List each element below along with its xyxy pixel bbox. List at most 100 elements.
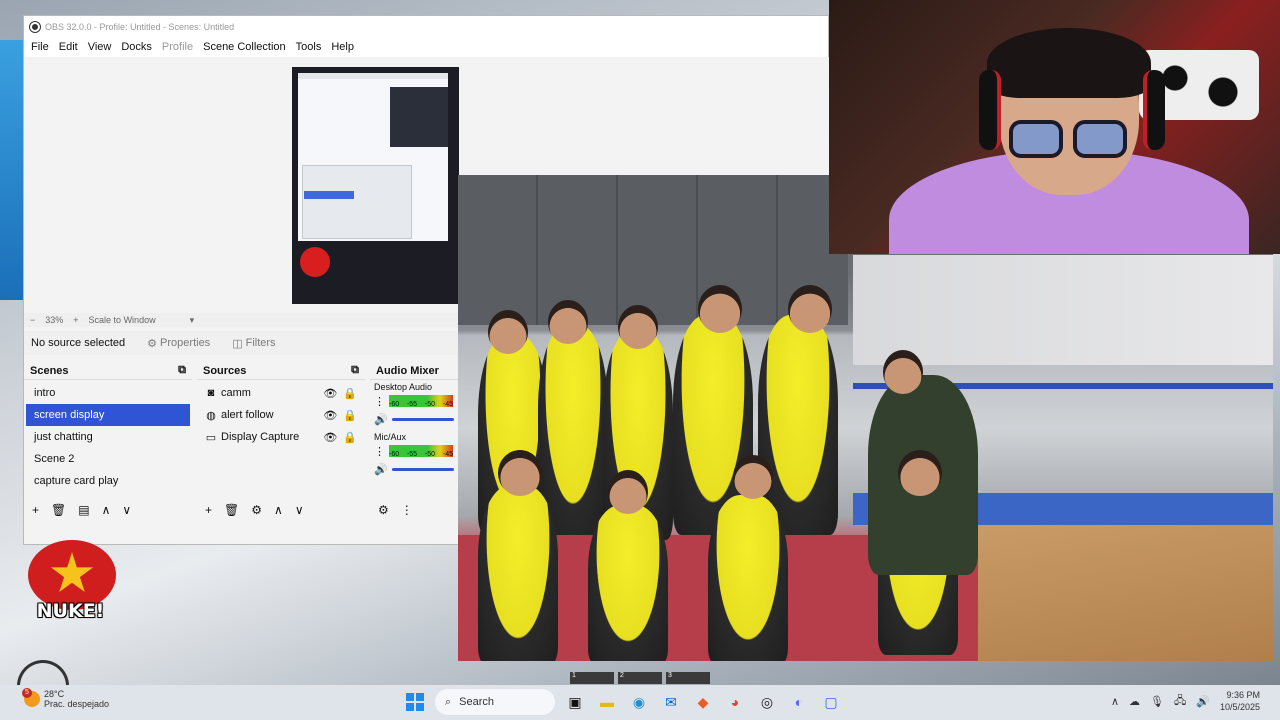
scenes-toolbar: + 🗑 ▤ ∧ ∨	[24, 498, 192, 522]
menu-profile[interactable]: Profile	[157, 41, 198, 53]
dock-undock-icon[interactable]: ⧉	[178, 364, 186, 377]
edge-icon[interactable]: ◉	[627, 690, 651, 714]
players-group	[458, 255, 978, 661]
virtual-desktop-2[interactable]: 2	[618, 672, 662, 684]
advanced-audio-icon[interactable]: ⚙	[378, 503, 389, 517]
volume-meter: -60 -55 -50 -45	[389, 395, 453, 408]
add-scene-button[interactable]: +	[32, 503, 39, 517]
obs-icon[interactable]: ◎	[755, 690, 779, 714]
discord-icon[interactable]: ◐	[787, 690, 811, 714]
search-label: Search	[459, 696, 495, 708]
taskbar-search[interactable]: ⌕ Search	[435, 689, 555, 715]
track-menu-icon[interactable]: ⋮	[374, 395, 385, 408]
weather-temp: 28°C	[44, 689, 65, 699]
outlook-icon[interactable]: ✉	[659, 690, 683, 714]
windows-logo-icon	[406, 693, 424, 711]
file-explorer-icon[interactable]: ▬	[595, 690, 619, 714]
source-item-display-capture[interactable]: ▭ Display Capture 👁 🔒	[197, 426, 365, 448]
trash-icon[interactable]: 🗑	[51, 503, 66, 517]
track-name: Mic/Aux	[374, 432, 407, 442]
chevron-down-icon[interactable]: ▾	[190, 315, 195, 326]
scene-item-capture-card-play[interactable]: capture card play	[26, 470, 190, 492]
zoom-out-button[interactable]: −	[30, 315, 35, 325]
network-icon[interactable]: 🖧	[1174, 692, 1186, 711]
window-title: OBS 32.0.0 - Profile: Untitled - Scenes:…	[45, 21, 235, 32]
menu-edit[interactable]: Edit	[54, 41, 83, 53]
scene-item-just-chatting[interactable]: just chatting	[26, 426, 190, 448]
volume-icon[interactable]: 🔊	[1196, 695, 1210, 708]
system-tray: ∧ ☁ 🎙 🖧 🔊 9:36 PM 10/5/2025	[1111, 689, 1260, 713]
menu-scene-collection[interactable]: Scene Collection	[198, 41, 291, 53]
clock-time: 9:36 PM	[1226, 690, 1260, 700]
chevron-up-icon[interactable]: ∧	[1111, 695, 1119, 708]
chrome-icon[interactable]: ◕	[723, 690, 747, 714]
filter-icon: ◫	[232, 337, 243, 350]
mixer-menu-icon[interactable]: ⋮	[401, 503, 413, 517]
add-source-button[interactable]: +	[205, 503, 212, 517]
sources-dock: Sources ⧉ ◙ camm 👁 🔒 ◍ alert follow 👁 🔒	[197, 362, 365, 522]
menu-help[interactable]: Help	[326, 41, 359, 53]
cloud-icon[interactable]: ☁	[1129, 695, 1140, 708]
clock[interactable]: 9:36 PM 10/5/2025	[1220, 689, 1260, 713]
task-view-icon[interactable]: ▣	[563, 690, 587, 714]
app-icon[interactable]: ▢	[819, 690, 843, 714]
brave-icon[interactable]: ◆	[691, 690, 715, 714]
scenes-header: Scenes	[30, 364, 69, 377]
filters-button[interactable]: ◫ Filters	[232, 337, 275, 350]
menu-view[interactable]: View	[83, 41, 117, 53]
source-name: alert follow	[221, 409, 274, 421]
eye-icon[interactable]: 👁	[323, 387, 337, 400]
webcam-feed	[829, 0, 1280, 254]
eye-icon[interactable]: 👁	[323, 409, 337, 422]
volume-meter: -60 -55 -50 -45	[389, 445, 453, 458]
scale-mode-select[interactable]: Scale to Window	[89, 315, 156, 325]
no-source-label: No source selected	[31, 337, 126, 349]
weather-icon: 5	[22, 688, 40, 707]
scene-item-intro[interactable]: intro	[26, 382, 190, 404]
trash-icon[interactable]: 🗑	[224, 503, 239, 517]
sources-list: ◙ camm 👁 🔒 ◍ alert follow 👁 🔒 ▭ Display …	[197, 380, 365, 448]
properties-button[interactable]: ⚙ Properties	[147, 337, 210, 350]
speaker-icon[interactable]: 🔊	[374, 463, 388, 476]
preview-canvas[interactable]	[292, 67, 459, 304]
camera-icon: ◙	[207, 387, 215, 399]
lock-icon[interactable]: 🔒	[343, 431, 357, 444]
eye-icon[interactable]: 👁	[323, 431, 337, 444]
scenes-dock: Scenes ⧉ intro screen display just chatt…	[24, 362, 192, 522]
scene-item-screen-display[interactable]: screen display	[26, 404, 190, 426]
weather-widget[interactable]: 5 28°C Prac. despejado	[22, 688, 109, 709]
dock-undock-icon[interactable]: ⧉	[351, 364, 359, 377]
menu-tools[interactable]: Tools	[291, 41, 327, 53]
scenes-list: intro screen display just chatting Scene…	[24, 380, 192, 492]
start-button[interactable]	[403, 690, 427, 714]
virtual-desktop-3[interactable]: 3	[666, 672, 710, 684]
speaker-icon[interactable]: 🔊	[374, 413, 388, 426]
move-up-button[interactable]: ∧	[102, 503, 111, 517]
gear-icon: ⚙	[147, 337, 158, 350]
zoom-in-button[interactable]: +	[73, 315, 78, 325]
scene-filters-icon[interactable]: ▤	[78, 503, 89, 517]
notification-badge: 5	[22, 688, 32, 698]
volume-slider[interactable]	[391, 467, 454, 471]
lock-icon[interactable]: 🔒	[343, 409, 357, 422]
move-down-button[interactable]: ∨	[122, 503, 131, 517]
nuke-text: NUKE!	[36, 600, 105, 622]
move-up-button[interactable]: ∧	[274, 503, 283, 517]
source-item-alert-follow[interactable]: ◍ alert follow 👁 🔒	[197, 404, 365, 426]
obs-logo-icon	[30, 21, 40, 32]
virtual-desktop-1[interactable]: 1	[570, 672, 614, 684]
menu-bar: File Edit View Docks Profile Scene Colle…	[24, 37, 828, 57]
track-menu-icon[interactable]: ⋮	[374, 445, 385, 458]
title-bar[interactable]: OBS 32.0.0 - Profile: Untitled - Scenes:…	[24, 16, 828, 37]
audio-mixer-header: Audio Mixer	[376, 364, 439, 377]
volume-slider[interactable]	[391, 417, 454, 421]
move-down-button[interactable]: ∨	[295, 503, 304, 517]
scene-item-scene-2[interactable]: Scene 2	[26, 448, 190, 470]
menu-docks[interactable]: Docks	[116, 41, 157, 53]
microphone-icon[interactable]: 🎙	[1150, 695, 1164, 708]
source-item-camm[interactable]: ◙ camm 👁 🔒	[197, 382, 365, 404]
lock-icon[interactable]: 🔒	[343, 387, 357, 400]
menu-file[interactable]: File	[26, 41, 54, 53]
nuke-overlay: NUKE!	[24, 540, 117, 625]
gear-icon[interactable]: ⚙	[251, 503, 262, 517]
